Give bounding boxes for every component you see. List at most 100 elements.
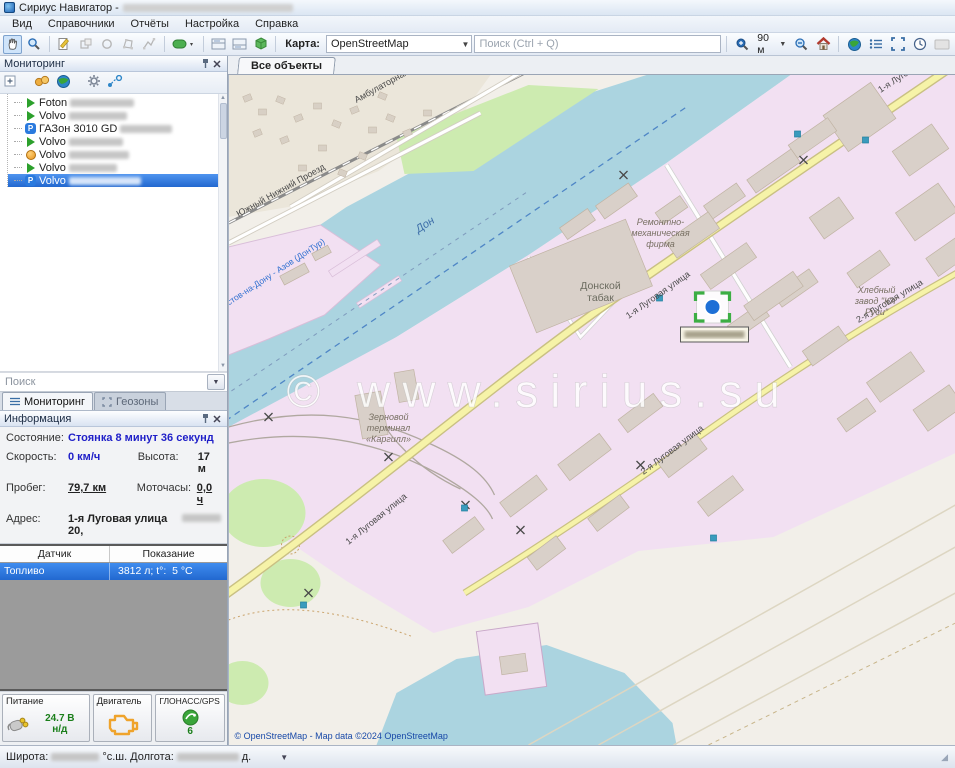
green-box-icon: [254, 37, 268, 51]
edit-button[interactable]: [55, 35, 74, 54]
route-button[interactable]: [107, 75, 123, 91]
track-color-button[interactable]: [170, 35, 198, 54]
latitude-label: Широта:: [6, 751, 48, 763]
frame-corners-icon: [891, 37, 905, 51]
vehicle-row[interactable]: Volvo: [8, 135, 227, 148]
edit-document-icon: [57, 37, 71, 51]
vehicle-search-field[interactable]: Поиск ▼: [0, 372, 227, 392]
map-select[interactable]: OpenStreetMap ▼: [326, 35, 472, 53]
svg-text:механическая: механическая: [631, 228, 689, 238]
search-filter-button[interactable]: ▼: [207, 374, 225, 390]
globe-view-button[interactable]: [844, 35, 864, 54]
scrollbar-thumb[interactable]: [220, 103, 227, 139]
vehicle-label: Volvo: [39, 149, 66, 161]
menu-spravka[interactable]: Справка: [247, 16, 306, 32]
sensor-col-value: Показание: [110, 546, 227, 562]
tab-monitoring[interactable]: Мониторинг: [2, 392, 93, 410]
polygon-tool-disabled[interactable]: [118, 35, 137, 54]
layout-top-button[interactable]: [208, 35, 227, 54]
svg-text:фирма: фирма: [646, 239, 675, 249]
show-on-map-button[interactable]: [56, 74, 71, 92]
zoom-out-button[interactable]: [791, 35, 811, 54]
vehicle-moving-icon: [27, 163, 35, 173]
svg-text:Руси": Руси": [865, 307, 889, 317]
zoom-tool-button[interactable]: [24, 35, 43, 54]
time-button[interactable]: [910, 35, 930, 54]
polyline-tool-disabled[interactable]: [140, 35, 159, 54]
green-capsule-icon: [172, 38, 196, 50]
search-input[interactable]: [474, 35, 721, 53]
plug-icon: [6, 714, 30, 734]
menu-otchety[interactable]: Отчёты: [123, 16, 177, 32]
expand-all-button[interactable]: [4, 75, 16, 90]
circle-tool-disabled[interactable]: [97, 35, 116, 54]
layout-bottom-button[interactable]: [230, 35, 249, 54]
close-icon[interactable]: [211, 58, 223, 70]
map-canvas[interactable]: Амбулаторная улица Южный Нижний Проезд Д…: [228, 75, 955, 745]
pin-icon[interactable]: [199, 58, 211, 70]
group-icon: [79, 37, 93, 51]
sensor-col-name: Датчик: [0, 546, 110, 562]
vehicle-row[interactable]: P ГАЗон 3010 GD: [8, 122, 227, 135]
window-title-redacted: [123, 4, 293, 12]
globe-icon: [847, 37, 862, 52]
vehicle-label: Foton: [39, 97, 67, 109]
title-bar: Сириус Навигатор -: [0, 0, 955, 16]
altitude-value: 17 м: [198, 451, 221, 475]
vehicle-label: Volvo: [39, 162, 66, 174]
home-icon: [816, 37, 831, 51]
vehicle-row[interactable]: Foton: [8, 96, 227, 109]
group-button-disabled[interactable]: [76, 35, 95, 54]
vehicle-row[interactable]: Volvo: [8, 109, 227, 122]
vehicle-moving-icon: [27, 111, 35, 121]
engine-icon: [105, 712, 139, 736]
menu-nastroika[interactable]: Настройка: [177, 16, 247, 32]
svg-text:табак: табак: [587, 292, 614, 304]
binoculars-button[interactable]: [34, 75, 50, 90]
vehicle-map-label: [681, 327, 749, 342]
state-label: Состояние:: [6, 432, 68, 444]
tab-geozones[interactable]: Геозоны: [94, 392, 166, 410]
pin-icon[interactable]: [199, 413, 211, 425]
tree-scrollbar[interactable]: ▲ ▼: [218, 94, 227, 371]
legend-button[interactable]: [866, 35, 886, 54]
sensor-row-selected[interactable]: Топливо 3812 л; t°: 5 °C: [0, 563, 227, 580]
close-icon[interactable]: [211, 413, 223, 425]
hours-value[interactable]: 0,0 ч: [197, 482, 221, 506]
mileage-value[interactable]: 79,7 км: [68, 482, 123, 494]
pan-tool-button[interactable]: [3, 35, 22, 54]
fit-objects-button[interactable]: [888, 35, 908, 54]
vehicle-row[interactable]: Volvo: [8, 161, 227, 174]
svg-text:«Каргилл»: «Каргилл»: [366, 434, 411, 444]
settings-button[interactable]: [87, 74, 101, 91]
vehicle-row[interactable]: Volvo: [8, 148, 227, 161]
keyboard-button-disabled[interactable]: [932, 35, 952, 54]
scroll-down-icon[interactable]: ▼: [220, 362, 226, 371]
map-tab-all-objects[interactable]: Все объекты: [237, 57, 336, 74]
resize-grip: ◢: [941, 752, 949, 763]
sensor-name: Топливо: [0, 563, 110, 580]
power-secondary: н/д: [52, 724, 67, 735]
map-scale-select[interactable]: 90 м ▼: [754, 32, 789, 56]
monitoring-panel-header: Мониторинг: [0, 56, 227, 72]
zoom-in-icon: [735, 37, 749, 51]
vehicle-row-selected[interactable]: P Volvo: [8, 174, 227, 187]
sensor-table-header: Датчик Показание: [0, 546, 227, 563]
home-button[interactable]: [813, 35, 833, 54]
sensor-table: Датчик Показание Топливо 3812 л; t°: 5 °…: [0, 544, 227, 691]
window-title: Сириус Навигатор -: [19, 2, 119, 14]
statusbar-dropdown[interactable]: ▼: [280, 753, 288, 762]
vehicle-marker[interactable]: [696, 291, 730, 323]
address-label: Адрес:: [6, 513, 68, 525]
menu-vid[interactable]: Вид: [4, 16, 40, 32]
scroll-up-icon[interactable]: ▲: [220, 94, 226, 103]
export-button[interactable]: [251, 35, 270, 54]
polyline-icon: [142, 37, 156, 51]
watermark: © www.sirius.su: [287, 365, 792, 417]
menu-spravochniki[interactable]: Справочники: [40, 16, 123, 32]
polygon-icon: [121, 37, 135, 51]
vehicle-label: ГАЗон 3010 GD: [39, 123, 117, 135]
zoom-in-button[interactable]: [732, 35, 752, 54]
vehicle-label: Volvo: [39, 175, 66, 187]
chevron-down-icon: ▼: [779, 41, 786, 48]
